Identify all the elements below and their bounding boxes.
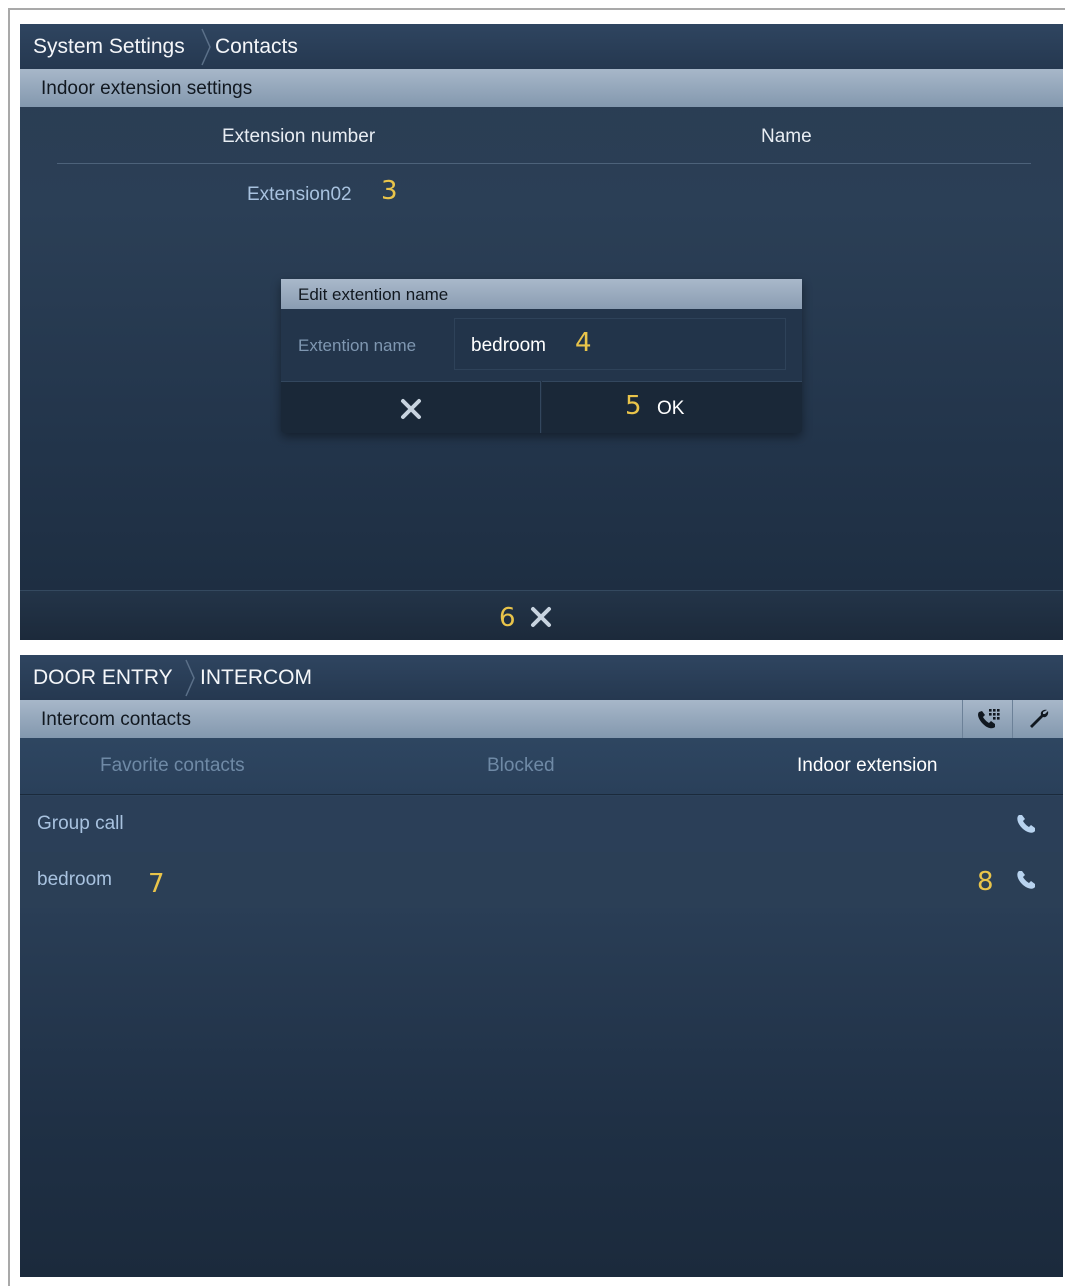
section-header: Indoor extension settings xyxy=(20,69,1063,107)
annotation-marker: 3 xyxy=(381,176,398,206)
dialog-body: Extention name bedroom 4 xyxy=(281,309,802,381)
edit-name-dialog: Edit extention name Extention name bedro… xyxy=(281,279,802,433)
dialog-title: Edit extention name xyxy=(298,285,449,304)
section-title: Intercom contacts xyxy=(41,709,191,730)
list-item-group-call[interactable]: Group call xyxy=(20,796,1063,852)
wrench-icon xyxy=(1030,709,1049,728)
list-item-label: Group call xyxy=(37,813,124,834)
list-item-bedroom[interactable]: bedroom 7 8 xyxy=(20,852,1063,908)
annotation-marker: 4 xyxy=(575,328,592,358)
tab-blocked[interactable]: Blocked xyxy=(487,755,555,777)
intercom-screen: DOOR ENTRY INTERCOM Intercom contacts Fa xyxy=(20,655,1063,1277)
phone-icon[interactable] xyxy=(1015,869,1037,891)
breadcrumb-intercom: INTERCOM xyxy=(200,666,312,689)
breadcrumb-door-entry[interactable]: DOOR ENTRY xyxy=(33,666,173,690)
annotation-marker: 6 xyxy=(499,603,516,633)
close-icon xyxy=(401,399,421,419)
breadcrumb-contacts: Contacts xyxy=(215,35,298,58)
close-icon[interactable] xyxy=(530,606,552,628)
phone-keypad-icon xyxy=(978,709,1000,729)
annotation-marker: 5 xyxy=(625,391,642,421)
breadcrumb-system-settings[interactable]: System Settings xyxy=(33,35,185,59)
extension-name-value: bedroom xyxy=(471,335,546,356)
cancel-button[interactable] xyxy=(281,381,541,433)
extension-number-cell: Extension02 xyxy=(247,184,352,205)
extension-name-input[interactable]: bedroom 4 xyxy=(454,318,786,370)
list-item-label: bedroom xyxy=(37,869,112,890)
tab-favorite-contacts[interactable]: Favorite contacts xyxy=(100,755,245,777)
extension-settings-screen: System Settings Contacts Indoor extensio… xyxy=(20,24,1063,640)
annotation-marker: 8 xyxy=(977,867,994,897)
section-title: Indoor extension settings xyxy=(41,78,253,99)
dialog-title-bar: Edit extention name xyxy=(281,279,802,309)
annotation-marker: 7 xyxy=(148,869,165,899)
column-header-extension-number: Extension number xyxy=(222,126,376,147)
breadcrumb-separator-icon xyxy=(201,28,211,66)
contact-tabs: Favorite contacts Blocked Indoor extensi… xyxy=(20,738,1063,795)
phone-icon[interactable] xyxy=(1015,813,1037,835)
breadcrumb: System Settings Contacts xyxy=(20,24,1063,69)
breadcrumb-separator-icon xyxy=(185,659,195,697)
breadcrumb: DOOR ENTRY INTERCOM xyxy=(20,655,1063,700)
header-divider xyxy=(57,163,1031,164)
column-header-name: Name xyxy=(761,126,812,147)
settings-button[interactable] xyxy=(1012,700,1062,738)
bottom-bar: 6 xyxy=(20,590,1063,640)
extension-name-label: Extention name xyxy=(298,336,417,355)
section-header: Intercom contacts xyxy=(20,700,1063,738)
ok-label: OK xyxy=(657,398,685,419)
tab-indoor-extension[interactable]: Indoor extension xyxy=(797,755,938,777)
ok-button[interactable]: 5 OK xyxy=(542,381,802,433)
keypad-button[interactable] xyxy=(962,700,1012,738)
